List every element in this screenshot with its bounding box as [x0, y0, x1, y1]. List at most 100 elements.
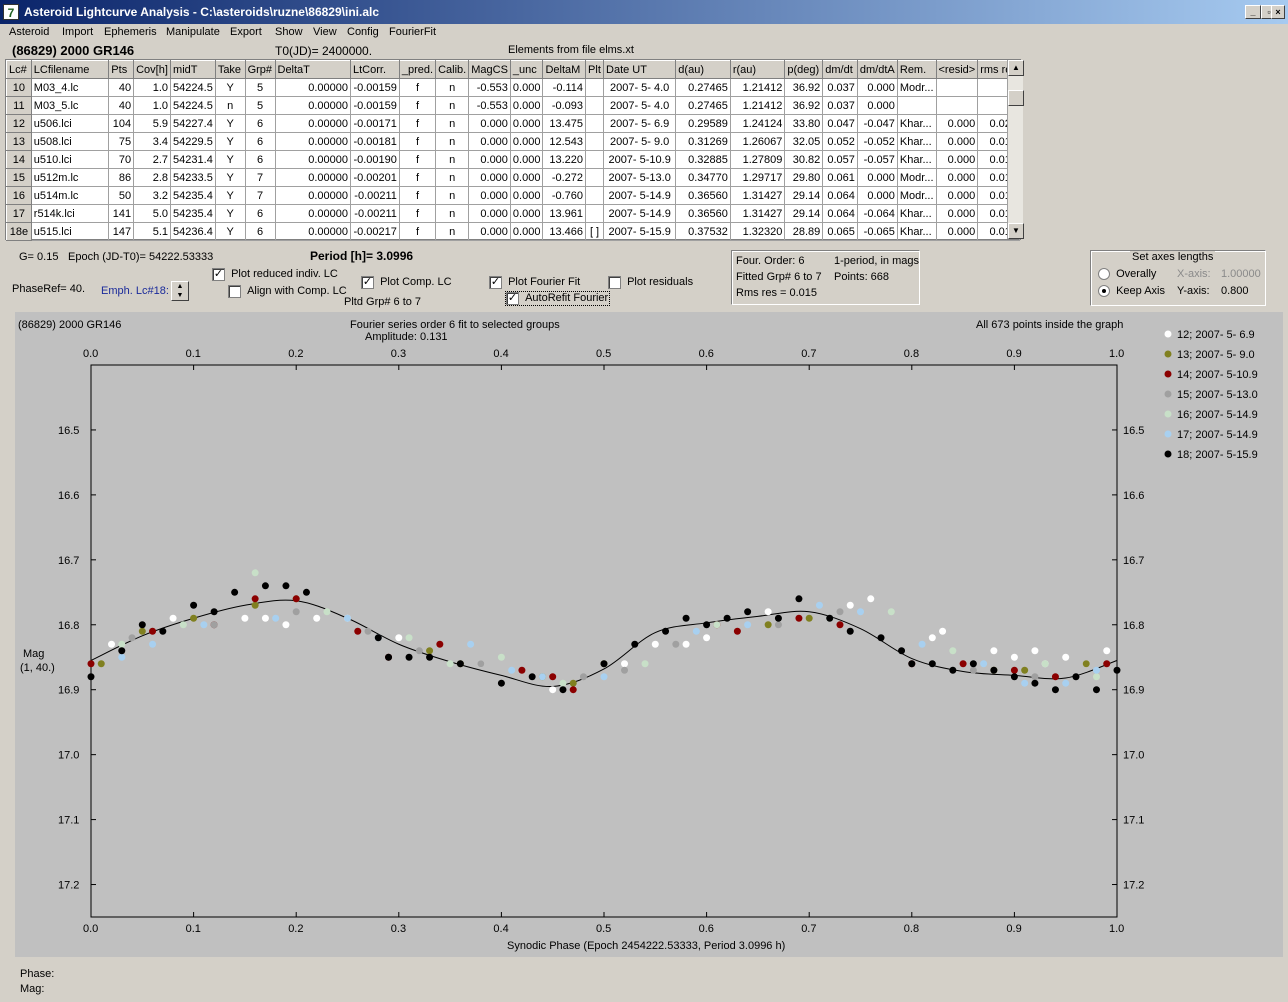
keep-axis-radio[interactable]: Keep Axis — [1098, 285, 1165, 298]
column-header[interactable]: LCfilename — [30, 60, 110, 79]
table-cell[interactable]: f — [398, 186, 437, 205]
table-cell[interactable]: 1.21412 — [729, 96, 786, 115]
table-cell[interactable]: 54235.4 — [170, 186, 216, 205]
emph-spinner[interactable]: ▲ ▼ — [171, 281, 189, 301]
table-cell[interactable]: 0.36560 — [675, 204, 731, 223]
table-cell[interactable]: M03_4.lc — [30, 78, 110, 97]
table-cell[interactable]: -0.052 — [856, 132, 898, 151]
table-cell[interactable]: 54224.5 — [170, 96, 216, 115]
menu-fourierfit[interactable]: FourierFit — [389, 26, 436, 38]
table-cell[interactable]: 0.000 — [935, 186, 979, 205]
table-cell[interactable]: -0.093 — [542, 96, 587, 115]
table-cell[interactable]: 0.000 — [935, 168, 979, 187]
table-cell[interactable]: u512m.lc — [30, 168, 110, 187]
table-cell[interactable]: Khar... — [896, 222, 937, 241]
overally-radio[interactable]: Overally — [1098, 268, 1156, 281]
table-cell[interactable]: 2007- 5-15.9 — [603, 222, 677, 241]
table-cell[interactable]: n — [435, 168, 470, 187]
table-cell[interactable]: f — [398, 132, 437, 151]
table-cell[interactable]: 0.000 — [509, 78, 544, 97]
table-cell[interactable]: 0.037 — [822, 78, 858, 97]
table-cell[interactable]: 0.000 — [468, 114, 511, 133]
table-cell[interactable]: 0.000 — [856, 78, 898, 97]
table-cell[interactable]: 54224.5 — [170, 78, 216, 97]
table-cell[interactable]: 1.29717 — [729, 168, 786, 187]
table-cell[interactable]: 33.80 — [784, 114, 824, 133]
table-cell[interactable]: 70 — [108, 150, 135, 169]
plot-fourier-checkbox[interactable]: ✓ Plot Fourier Fit — [489, 276, 580, 289]
column-header[interactable]: Pts — [108, 60, 135, 79]
menu-show[interactable]: Show — [275, 26, 303, 38]
menu-view[interactable]: View — [313, 26, 337, 38]
column-header[interactable]: DeltaM — [542, 60, 587, 79]
table-cell[interactable]: 0.27465 — [675, 96, 731, 115]
close-icon[interactable]: × — [1271, 5, 1285, 19]
table-cell[interactable] — [585, 186, 605, 205]
table-cell[interactable]: 54233.5 — [170, 168, 216, 187]
table-cell[interactable]: u510.lci — [30, 150, 110, 169]
scroll-down-icon[interactable]: ▼ — [1008, 223, 1024, 239]
table-cell[interactable]: f — [398, 168, 437, 187]
table-cell[interactable]: 30.82 — [784, 150, 824, 169]
table-cell[interactable]: 0.00000 — [274, 150, 351, 169]
plot-reduced-checkbox[interactable]: ✓ Plot reduced indiv. LC — [212, 268, 338, 281]
table-cell[interactable]: 0.37532 — [675, 222, 731, 241]
table-cell[interactable]: 54235.4 — [170, 204, 216, 223]
table-cell[interactable]: 29.14 — [784, 204, 824, 223]
table-cell[interactable]: -0.114 — [542, 78, 587, 97]
table-cell[interactable]: 29.80 — [784, 168, 824, 187]
table-cell[interactable]: -0.760 — [542, 186, 587, 205]
table-cell[interactable]: f — [398, 96, 437, 115]
table-cell[interactable] — [585, 150, 605, 169]
table-cell[interactable]: -0.553 — [468, 96, 511, 115]
table-cell[interactable]: 1.31427 — [729, 186, 786, 205]
table-cell[interactable]: 0.052 — [822, 132, 858, 151]
column-header[interactable]: d(au) — [675, 60, 731, 79]
column-header[interactable]: r(au) — [729, 60, 786, 79]
table-cell[interactable]: 0.037 — [822, 96, 858, 115]
table-cell[interactable]: 2007- 5- 4.0 — [603, 78, 677, 97]
table-cell[interactable]: 0.000 — [935, 222, 979, 241]
table-cell[interactable]: 7 — [244, 168, 276, 187]
table-cell[interactable]: -0.047 — [856, 114, 898, 133]
table-cell[interactable]: 0.000 — [509, 150, 544, 169]
table-cell[interactable]: 0.000 — [468, 222, 511, 241]
table-cell[interactable] — [935, 96, 979, 115]
table-cell[interactable]: 0.000 — [468, 204, 511, 223]
column-header[interactable]: DeltaT — [274, 60, 351, 79]
row-header[interactable]: 16 — [6, 186, 32, 205]
row-header[interactable]: 13 — [6, 132, 32, 151]
table-cell[interactable]: Khar... — [896, 132, 937, 151]
table-cell[interactable]: 13.475 — [542, 114, 587, 133]
row-header[interactable]: 15 — [6, 168, 32, 187]
table-cell[interactable]: 0.061 — [822, 168, 858, 187]
plot-comp-checkbox[interactable]: ✓ Plot Comp. LC — [361, 276, 452, 289]
row-header[interactable]: 17 — [6, 204, 32, 223]
x-axis-value[interactable]: 1.00000 — [1221, 268, 1261, 280]
menu-import[interactable]: Import — [62, 26, 93, 38]
table-cell[interactable]: n — [435, 96, 470, 115]
table-cell[interactable]: 0.00000 — [274, 96, 351, 115]
table-cell[interactable]: 86 — [108, 168, 135, 187]
table-row[interactable]: 13 u508.lci 75 3.4 54229.5 Y 6 0.00000 -0.00181 f… — [6, 132, 1020, 151]
table-cell[interactable]: 1.0 — [133, 78, 172, 97]
table-cell[interactable]: 2007- 5- 6.9 — [603, 114, 677, 133]
row-header[interactable]: 11 — [6, 96, 32, 115]
table-cell[interactable]: 5.1 — [133, 222, 172, 241]
table-cell[interactable]: r514k.lci — [30, 204, 110, 223]
table-cell[interactable]: 36.92 — [784, 78, 824, 97]
table-cell[interactable]: -0.00159 — [349, 96, 400, 115]
table-row[interactable]: 11 M03_5.lc 40 1.0 54224.5 n 5 0.00000 -0.00159 f… — [6, 96, 1020, 115]
table-cell[interactable]: 0.00000 — [274, 204, 351, 223]
menu-export[interactable]: Export — [230, 26, 262, 38]
table-cell[interactable]: 54236.4 — [170, 222, 216, 241]
table-cell[interactable]: 0.000 — [856, 96, 898, 115]
table-cell[interactable]: 0.31269 — [675, 132, 731, 151]
table-cell[interactable]: 6 — [244, 222, 276, 241]
table-cell[interactable]: 2007- 5-14.9 — [603, 186, 677, 205]
table-cell[interactable]: 0.00000 — [274, 114, 351, 133]
table-cell[interactable]: Y — [214, 168, 246, 187]
table-cell[interactable]: 13.961 — [542, 204, 587, 223]
column-header[interactable]: Calib. — [435, 60, 470, 79]
table-cell[interactable] — [585, 96, 605, 115]
